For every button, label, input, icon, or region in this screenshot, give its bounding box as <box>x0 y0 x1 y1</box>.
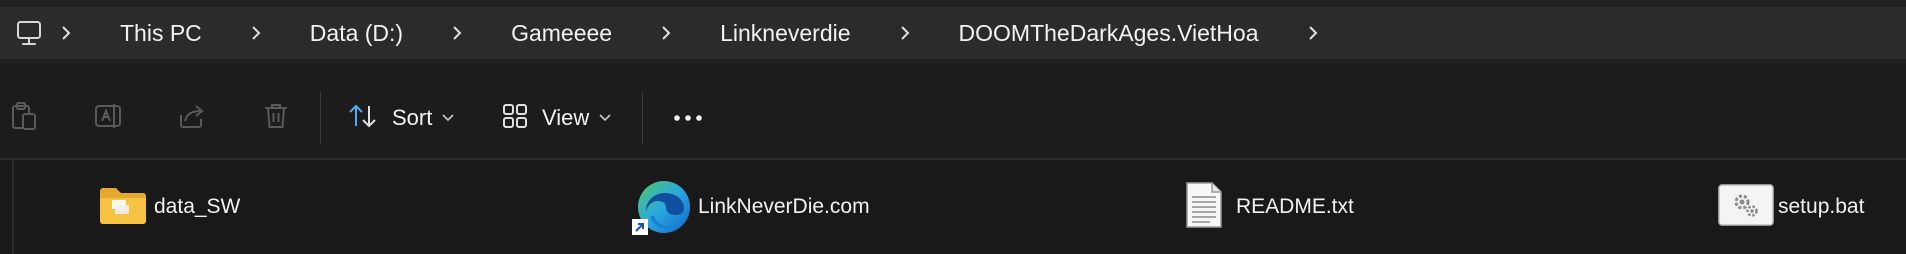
breadcrumb[interactable]: This PC Data (D:) Gameeee Linkneverdie D… <box>0 7 1906 59</box>
trash-icon <box>262 101 290 136</box>
delete-button[interactable] <box>256 78 296 158</box>
chevron-right-icon[interactable] <box>435 24 479 42</box>
chevron-right-icon[interactable] <box>234 24 278 42</box>
sort-button[interactable]: Sort <box>348 78 460 158</box>
file-item-readme[interactable]: README.txt <box>1184 160 1354 254</box>
file-item-data-sw[interactable]: data_SW <box>98 160 240 254</box>
paste-button[interactable] <box>4 78 44 158</box>
chevron-down-icon <box>442 109 454 127</box>
file-name: data_SW <box>154 195 241 218</box>
sort-label: Sort <box>392 105 433 130</box>
computer-icon[interactable] <box>14 18 44 48</box>
text-file-icon <box>1184 181 1224 234</box>
edge-shortcut-icon <box>632 177 692 237</box>
shortcut-arrow-icon <box>632 219 648 235</box>
share-button[interactable] <box>172 78 212 158</box>
rename-button[interactable] <box>88 78 128 158</box>
see-more-button[interactable] <box>666 78 710 158</box>
file-list: data_SW LinkNeverDie.com README.txt setu… <box>0 160 1906 254</box>
breadcrumb-gameeee[interactable]: Gameeee <box>479 20 644 47</box>
toolbar-divider <box>642 92 643 144</box>
chevron-right-icon[interactable] <box>44 24 88 42</box>
command-bar: Sort View <box>0 78 1906 160</box>
sort-icon <box>348 102 378 135</box>
toolbar-divider <box>320 92 321 144</box>
file-name: setup.bat <box>1778 195 1865 218</box>
rename-icon <box>93 101 123 136</box>
view-label: View <box>542 105 590 130</box>
view-grid-icon <box>502 103 528 134</box>
more-options-icon <box>673 109 703 127</box>
chevron-down-icon <box>599 109 611 127</box>
breadcrumb-linkneverdie[interactable]: Linkneverdie <box>688 20 882 47</box>
breadcrumb-data-drive[interactable]: Data (D:) <box>278 20 435 47</box>
chevron-right-icon[interactable] <box>1291 24 1335 42</box>
navigation-pane-edge <box>12 160 14 254</box>
chevron-right-icon[interactable] <box>644 24 688 42</box>
file-item-setup-bat[interactable]: setup.bat <box>1718 160 1864 254</box>
address-bar: This PC Data (D:) Gameeee Linkneverdie D… <box>0 0 1906 63</box>
clipboard-icon <box>11 101 37 136</box>
breadcrumb-current-folder[interactable]: DOOMTheDarkAges.VietHoa <box>927 20 1291 47</box>
chevron-right-icon[interactable] <box>883 24 927 42</box>
view-button[interactable]: View <box>502 78 622 158</box>
share-icon <box>177 101 207 136</box>
batch-file-icon <box>1718 183 1774 232</box>
file-name: LinkNeverDie.com <box>698 195 870 218</box>
breadcrumb-this-pc[interactable]: This PC <box>88 20 234 47</box>
file-name: README.txt <box>1236 195 1354 218</box>
file-item-linkneverdie-shortcut[interactable]: LinkNeverDie.com <box>632 160 870 254</box>
folder-icon <box>98 183 148 232</box>
